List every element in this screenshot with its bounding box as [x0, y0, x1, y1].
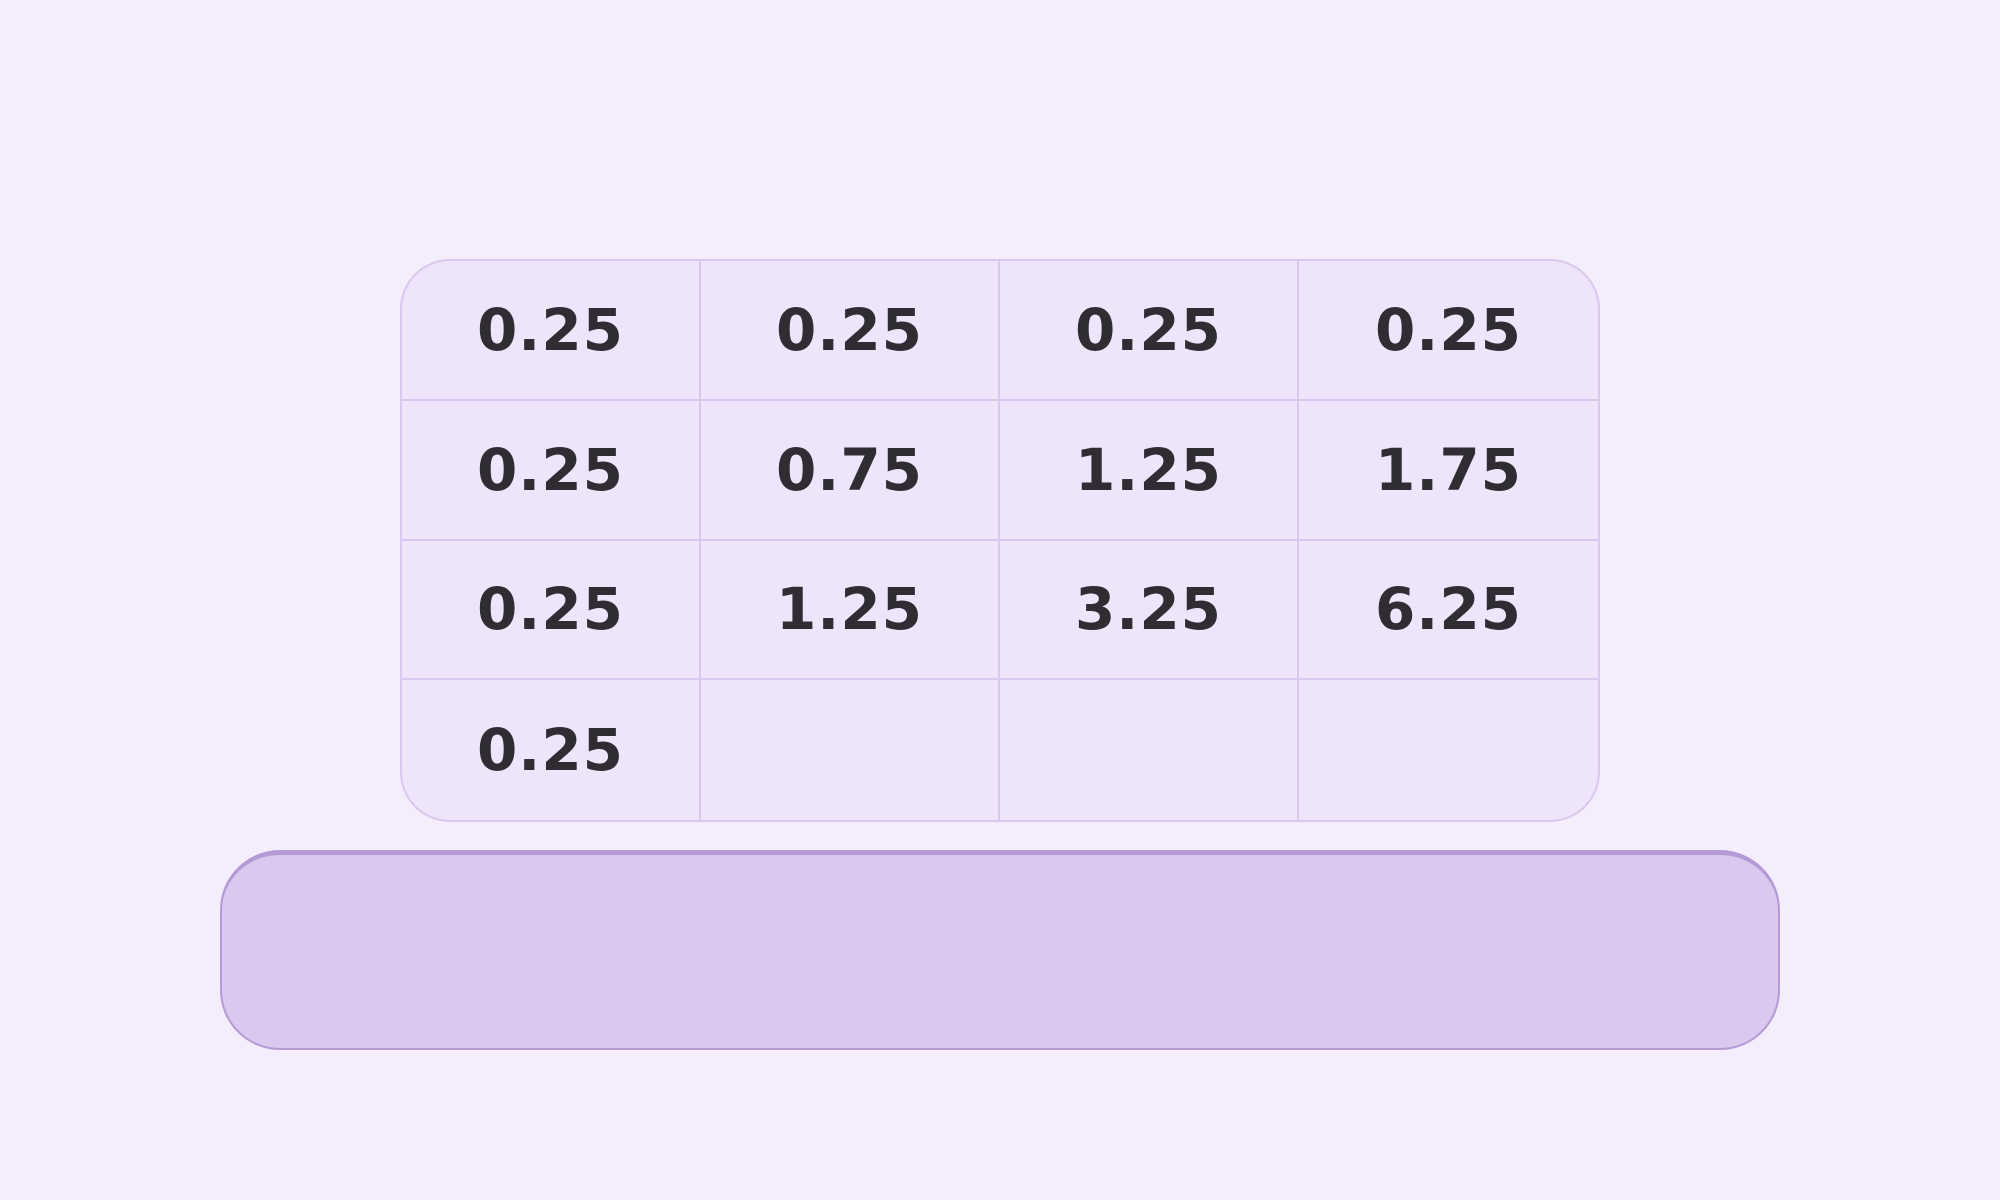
- grid-cell-r0-c1[interactable]: 0.25: [701, 261, 1000, 401]
- grid-cell-value: 0.25: [775, 295, 924, 364]
- number-grid: 0.25 0.25 0.25 0.25 0.25 0.75 1.25 1.75 …: [400, 259, 1600, 822]
- grid-cell-value: 0.25: [1074, 295, 1223, 364]
- grid-cell-r3-c0[interactable]: 0.25: [402, 680, 701, 820]
- grid-cell-r2-c1[interactable]: 1.25: [701, 540, 1000, 681]
- grid-cell-r2-c3[interactable]: 6.25: [1299, 541, 1598, 681]
- grid-cell-r3-c2[interactable]: [1000, 680, 1299, 820]
- grid-cell-value: 1.25: [1074, 435, 1223, 504]
- grid-cell-r0-c3[interactable]: 0.25: [1299, 261, 1598, 401]
- grid-cell-r1-c2[interactable]: 1.25: [1000, 400, 1299, 541]
- grid-cell-r0-c2[interactable]: 0.25: [1000, 261, 1299, 401]
- grid-cell-value: 0.75: [775, 435, 924, 504]
- grid-cell-r1-c1[interactable]: 0.75: [701, 400, 1000, 541]
- grid-cell-value: 0.25: [476, 435, 625, 504]
- grid-cell-r1-c0[interactable]: 0.25: [402, 400, 701, 541]
- grid-cell-value: 1.25: [775, 575, 924, 644]
- grid-cell-r3-c1[interactable]: [701, 680, 1000, 820]
- grid-cell-value: 1.75: [1374, 435, 1523, 504]
- grid-cell-value: 6.25: [1374, 575, 1523, 644]
- grid-cell-value: 3.25: [1074, 575, 1223, 644]
- grid-cell-value: 0.25: [476, 575, 625, 644]
- grid-cell-r0-c0[interactable]: 0.25: [402, 261, 701, 401]
- grid-cell-r3-c3[interactable]: [1299, 680, 1598, 820]
- grid-cell-value: 0.25: [476, 716, 625, 785]
- grid-cell-value: 0.25: [476, 295, 625, 364]
- grid-cell-value: 0.25: [1374, 295, 1523, 364]
- answer-input-bar[interactable]: [220, 850, 1780, 1050]
- grid-cell-r2-c2[interactable]: 3.25: [1000, 540, 1299, 681]
- grid-cell-r1-c3[interactable]: 1.75: [1299, 401, 1598, 541]
- grid-cell-r2-c0[interactable]: 0.25: [402, 540, 701, 681]
